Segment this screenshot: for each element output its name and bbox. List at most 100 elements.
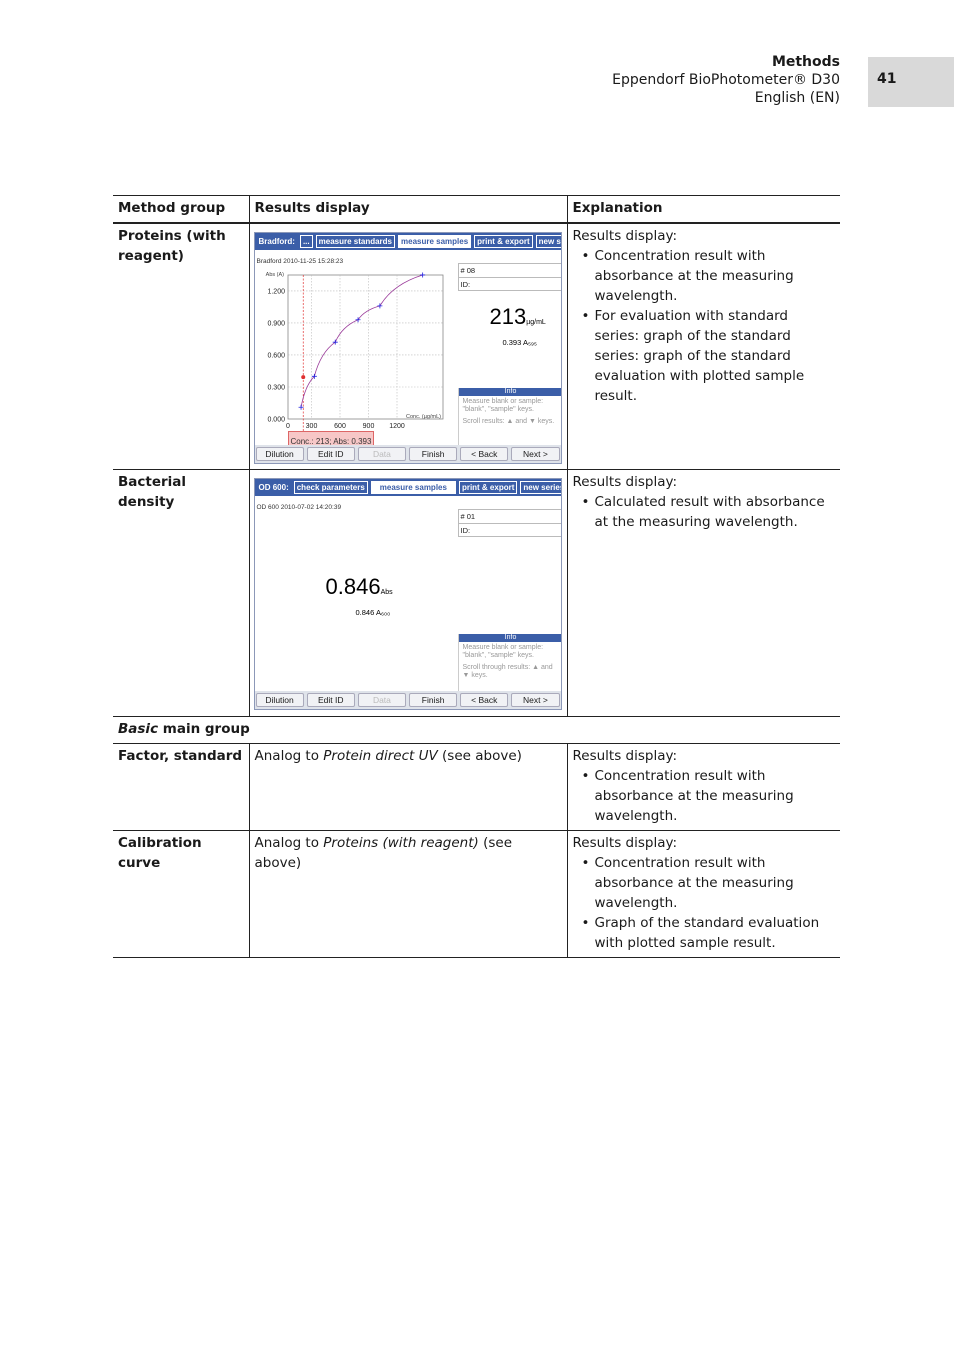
list-item: Concentration result with absorbance at … xyxy=(582,853,836,913)
table-row: Calibration curve Analog to Proteins (wi… xyxy=(113,830,840,957)
tab-print-export[interactable]: print & export xyxy=(474,235,533,248)
explanation: Results display: Concentration result wi… xyxy=(567,743,840,830)
info-title: Info xyxy=(458,633,561,642)
text: Analog to xyxy=(254,747,324,764)
result-value: 213µg/mL xyxy=(489,304,546,333)
explanation: Results display: Concentration result wi… xyxy=(567,830,840,957)
method-label: OD 600: xyxy=(258,482,289,492)
result-value: 0.846Abs xyxy=(326,575,393,603)
list-item: Concentration result with absorbance at … xyxy=(582,246,836,306)
result-number: 213 xyxy=(489,304,527,329)
info-text: Measure blank or sample: "blank", "sampl… xyxy=(462,643,544,659)
list-item: Calculated result with absorbance at the… xyxy=(582,492,836,532)
info-text: Scroll results: ▲ and ▼ keys. xyxy=(462,418,555,425)
results-display: Analog to Protein direct UV (see above) xyxy=(249,743,568,830)
y-tick-label: 1.200 xyxy=(267,288,285,295)
list-item: For evaluation with standard series: gra… xyxy=(582,306,836,406)
tab-measure-samples[interactable]: measure samples xyxy=(398,235,472,248)
finish-button[interactable]: Finish xyxy=(409,447,458,461)
group-heading-row: Basic main group xyxy=(113,716,840,743)
explanation-intro: Results display: xyxy=(572,834,678,851)
y-tick-label: 0.600 xyxy=(267,352,285,359)
tab-bar: Bradford: ... measure standards measure … xyxy=(254,233,561,250)
method-group: Proteins (with reagent) xyxy=(113,223,250,469)
info-panel: Info Measure blank or sample: "blank", "… xyxy=(457,633,561,692)
data-button[interactable]: Data xyxy=(357,692,407,707)
sample-id-box: # 08 ID: xyxy=(457,263,561,291)
method-reference: Proteins (with reagent) xyxy=(323,834,479,851)
tab-measure-samples[interactable]: measure samples xyxy=(370,480,456,494)
main-group-suffix: main group xyxy=(158,720,250,737)
tab-bar: OD 600: check parameters measure samples… xyxy=(254,478,561,496)
table-row: Bacterial density OD 600: check paramete… xyxy=(113,469,840,716)
y-tick-label: 0.300 xyxy=(267,384,285,391)
table-row: Factor, standard Analog to Protein direc… xyxy=(113,743,840,830)
edit-id-button[interactable]: Edit ID xyxy=(306,692,355,707)
info-title: Info xyxy=(458,388,561,396)
absorbance-value: 0.846 A₆₀₀ xyxy=(355,607,391,617)
x-tick-label: 300 xyxy=(305,423,317,430)
text: (see above) xyxy=(437,747,522,764)
timestamp: OD 600 2010-07-02 14:20:39 xyxy=(256,503,342,511)
tab-measure-standards[interactable]: measure standards xyxy=(315,235,395,248)
list-item: Graph of the standard evaluation with pl… xyxy=(582,913,836,953)
data-button[interactable]: Data xyxy=(357,447,407,461)
results-display: Analog to Proteins (with reagent) (see a… xyxy=(249,830,568,957)
softkey-bar: Dilution Edit ID Data Finish < Back Next… xyxy=(254,445,561,463)
method-reference: Protein direct UV xyxy=(323,747,438,764)
absorbance-value: 0.393 A₅₉₅ xyxy=(502,338,537,347)
next-button[interactable]: Next > xyxy=(511,692,560,707)
tab-new-series[interactable]: new series xyxy=(535,235,561,248)
tab-check-parameters[interactable]: check parameters xyxy=(293,480,368,494)
y-axis-label: Abs (A) xyxy=(265,272,284,278)
method-group: Factor, standard xyxy=(113,743,250,830)
running-header: Methods Eppendorf BioPhotometer® D30 Eng… xyxy=(612,53,840,107)
info-text: Scroll through results: ▲ and ▼ keys. xyxy=(462,663,553,679)
id-field[interactable]: ID: xyxy=(458,277,561,290)
dilution-button[interactable]: Dilution xyxy=(255,692,304,707)
finish-button[interactable]: Finish xyxy=(409,692,458,707)
device-screen-od600: OD 600: check parameters measure samples… xyxy=(253,477,562,710)
info-text: Measure blank or sample: "blank", "sampl… xyxy=(462,398,544,413)
explanation: Results display: Concentration result wi… xyxy=(567,223,840,469)
explanation-intro: Results display: xyxy=(572,747,678,764)
col-header: Results display xyxy=(249,195,568,224)
info-panel: Info Measure blank or sample: "blank", "… xyxy=(457,388,561,446)
device-screen-bradford: Bradford: ... measure standards measure … xyxy=(253,232,562,464)
x-tick-label: 1200 xyxy=(389,423,405,430)
x-tick-label: 600 xyxy=(334,423,346,430)
method-label: Bradford: xyxy=(258,237,295,246)
sample-number: # 01 xyxy=(460,511,476,521)
explanation-intro: Results display: xyxy=(572,228,678,244)
result-unit: µg/mL xyxy=(526,319,546,326)
id-field[interactable]: ID: xyxy=(458,522,561,536)
sample-number: # 08 xyxy=(460,266,476,275)
table-row: Proteins (with reagent) Bradford: ... me… xyxy=(113,223,840,469)
text: Analog to xyxy=(254,834,324,851)
edit-id-button[interactable]: Edit ID xyxy=(306,447,355,461)
back-button[interactable]: < Back xyxy=(460,692,509,707)
tab-print-export[interactable]: print & export xyxy=(458,480,518,494)
sample-point xyxy=(300,375,305,380)
col-header: Explanation xyxy=(567,195,840,224)
main-group-heading: Basic main group xyxy=(113,716,840,743)
back-button[interactable]: < Back xyxy=(460,447,509,461)
standard-curve-chart: 0 300 600 900 1200 0.000 0.300 0.600 0.900 1.200 A… xyxy=(265,272,443,431)
dilution-button[interactable]: Dilution xyxy=(255,447,304,461)
method-group: Calibration curve xyxy=(113,830,250,957)
x-tick-label: 900 xyxy=(362,423,374,430)
y-tick-label: 0.000 xyxy=(267,417,285,424)
explanation-intro: Results display: xyxy=(572,473,678,490)
result-unit: Abs xyxy=(380,588,393,596)
language: English (EN) xyxy=(754,90,840,106)
col-header: Method group xyxy=(113,195,250,224)
next-button[interactable]: Next > xyxy=(511,447,560,461)
product-name: Eppendorf BioPhotometer® D30 xyxy=(612,72,840,88)
tab-ellipsis[interactable]: ... xyxy=(299,235,313,248)
page-number: 41 xyxy=(868,57,954,107)
methods-table: Method group Results display Explanation… xyxy=(113,195,840,958)
y-tick-label: 0.900 xyxy=(267,320,285,327)
list-item: Concentration result with absorbance at … xyxy=(582,766,836,826)
tab-new-series[interactable]: new series xyxy=(520,480,561,494)
x-axis-label: Conc. (µg/mL) xyxy=(406,414,441,420)
